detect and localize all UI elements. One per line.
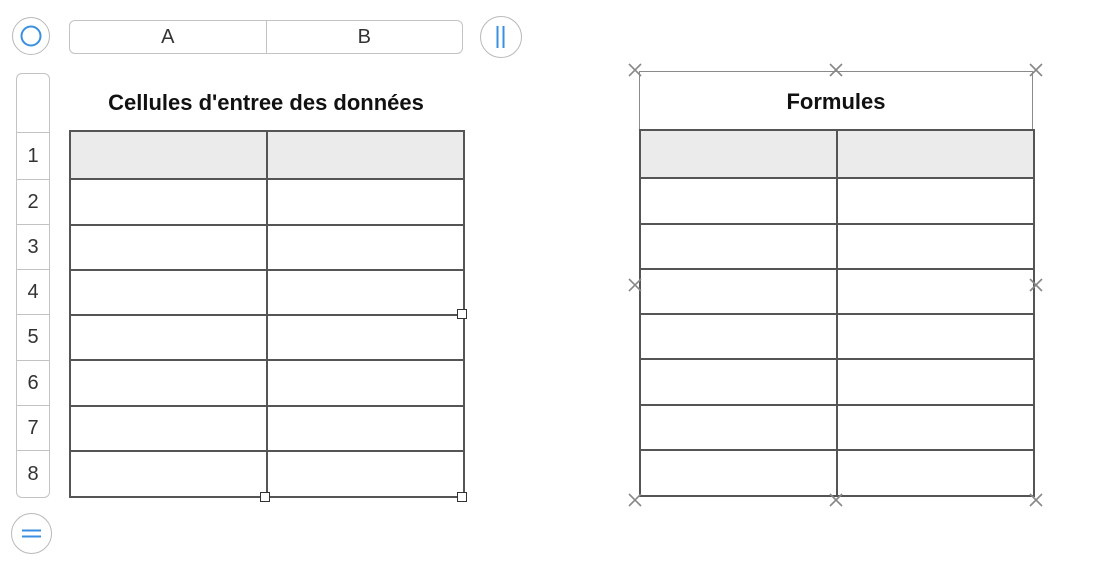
row-header-2[interactable]: 2 xyxy=(17,180,49,225)
table-cell[interactable] xyxy=(639,129,838,179)
row-header-6[interactable]: 6 xyxy=(17,361,49,406)
table-cell[interactable] xyxy=(836,313,1035,360)
table-cell[interactable] xyxy=(639,223,838,270)
table-cell[interactable] xyxy=(69,450,268,498)
x-handle-middle-right-icon[interactable] xyxy=(1028,277,1044,293)
table-cell[interactable] xyxy=(266,269,465,316)
add-column-button[interactable] xyxy=(480,16,522,58)
table-cell[interactable] xyxy=(639,358,838,406)
table-row xyxy=(639,358,1035,406)
table-cell[interactable] xyxy=(266,450,465,498)
table-row xyxy=(69,405,465,452)
column-header-a[interactable]: A xyxy=(70,21,266,53)
table-cell[interactable] xyxy=(836,404,1035,451)
table-row xyxy=(639,313,1035,360)
table-cell[interactable] xyxy=(836,268,1035,315)
table-cell[interactable] xyxy=(266,314,465,361)
table-row xyxy=(69,314,465,361)
table-row xyxy=(639,223,1035,270)
table-row xyxy=(639,268,1035,315)
left-table[interactable] xyxy=(69,130,465,498)
row-header-1[interactable]: 1 xyxy=(17,133,49,180)
table-cell[interactable] xyxy=(266,224,465,271)
table-row xyxy=(69,224,465,271)
column-header-bar: A B xyxy=(69,20,463,54)
table-cell[interactable] xyxy=(69,130,268,180)
table-cell[interactable] xyxy=(639,177,838,225)
table-select-button[interactable] xyxy=(12,17,50,55)
row-header-corner xyxy=(17,74,49,133)
x-handle-bottom-right-icon[interactable] xyxy=(1028,492,1044,508)
table-row xyxy=(639,449,1035,497)
table-cell[interactable] xyxy=(69,269,268,316)
table-cell[interactable] xyxy=(266,359,465,407)
table-cell[interactable] xyxy=(639,404,838,451)
x-handle-top-left-icon[interactable] xyxy=(627,62,643,78)
row-header-3[interactable]: 3 xyxy=(17,225,49,270)
table-cell[interactable] xyxy=(69,224,268,271)
x-handle-top-center-icon[interactable] xyxy=(828,62,844,78)
table-cell[interactable] xyxy=(836,358,1035,406)
double-line-icon xyxy=(22,529,41,538)
table-cell[interactable] xyxy=(639,268,838,315)
table-row xyxy=(69,359,465,407)
table-cell[interactable] xyxy=(266,178,465,226)
x-handle-bottom-center-icon[interactable] xyxy=(828,492,844,508)
table-cell[interactable] xyxy=(836,449,1035,497)
circle-icon xyxy=(20,25,42,47)
x-handle-bottom-left-icon[interactable] xyxy=(627,492,643,508)
table-row xyxy=(69,269,465,316)
row-header-5[interactable]: 5 xyxy=(17,315,49,361)
table-cell[interactable] xyxy=(69,314,268,361)
right-table[interactable] xyxy=(639,129,1035,497)
table-cell[interactable] xyxy=(69,178,268,226)
row-header-8[interactable]: 8 xyxy=(17,451,49,497)
table-cell[interactable] xyxy=(266,130,465,180)
table-cell[interactable] xyxy=(836,177,1035,225)
table-cell[interactable] xyxy=(266,405,465,452)
table-cell[interactable] xyxy=(69,405,268,452)
resize-handle-corner[interactable] xyxy=(457,492,467,502)
table-cell[interactable] xyxy=(639,449,838,497)
table-cell[interactable] xyxy=(836,129,1035,179)
table-row xyxy=(639,129,1035,179)
table-cell[interactable] xyxy=(639,313,838,360)
table-row xyxy=(639,404,1035,451)
row-header-4[interactable]: 4 xyxy=(17,270,49,315)
table-row xyxy=(69,130,465,180)
column-header-b[interactable]: B xyxy=(265,21,463,53)
table-row xyxy=(69,450,465,498)
left-table-title[interactable]: Cellules d'entree des données xyxy=(70,90,462,116)
table-row xyxy=(639,177,1035,225)
resize-handle-right[interactable] xyxy=(457,309,467,319)
resize-handle-bottom[interactable] xyxy=(260,492,270,502)
x-handle-top-right-icon[interactable] xyxy=(1028,62,1044,78)
table-cell[interactable] xyxy=(836,223,1035,270)
row-header-bar: 1 2 3 4 5 6 7 8 xyxy=(16,73,50,498)
table-row xyxy=(69,178,465,226)
right-table-title[interactable]: Formules xyxy=(640,89,1032,115)
x-handle-middle-left-icon[interactable] xyxy=(627,277,643,293)
row-header-7[interactable]: 7 xyxy=(17,406,49,451)
double-bar-icon xyxy=(496,26,505,48)
table-cell[interactable] xyxy=(69,359,268,407)
add-row-button[interactable] xyxy=(11,513,52,554)
